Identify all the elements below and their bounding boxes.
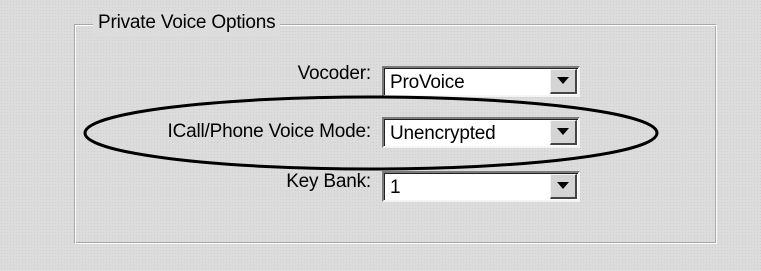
vocoder-label: Vocoder:: [297, 63, 372, 84]
chevron-down-icon: [557, 77, 569, 84]
vocoder-select[interactable]: ProVoice: [382, 66, 580, 97]
voice-mode-select[interactable]: Unencrypted: [382, 117, 580, 148]
key-bank-select[interactable]: 1: [382, 171, 580, 202]
voice-mode-value: Unencrypted: [390, 123, 496, 144]
key-bank-dropdown-button[interactable]: [550, 174, 577, 199]
chevron-down-icon: [557, 128, 569, 135]
key-bank-value: 1: [390, 177, 401, 198]
vocoder-value: ProVoice: [390, 72, 465, 93]
chevron-down-icon: [557, 182, 569, 189]
group-title: Private Voice Options: [93, 11, 281, 35]
key-bank-label: Key Bank:: [286, 171, 371, 192]
voice-mode-dropdown-button[interactable]: [550, 120, 577, 145]
voice-mode-label: ICall/Phone Voice Mode:: [167, 121, 372, 142]
vocoder-dropdown-button[interactable]: [550, 69, 577, 94]
